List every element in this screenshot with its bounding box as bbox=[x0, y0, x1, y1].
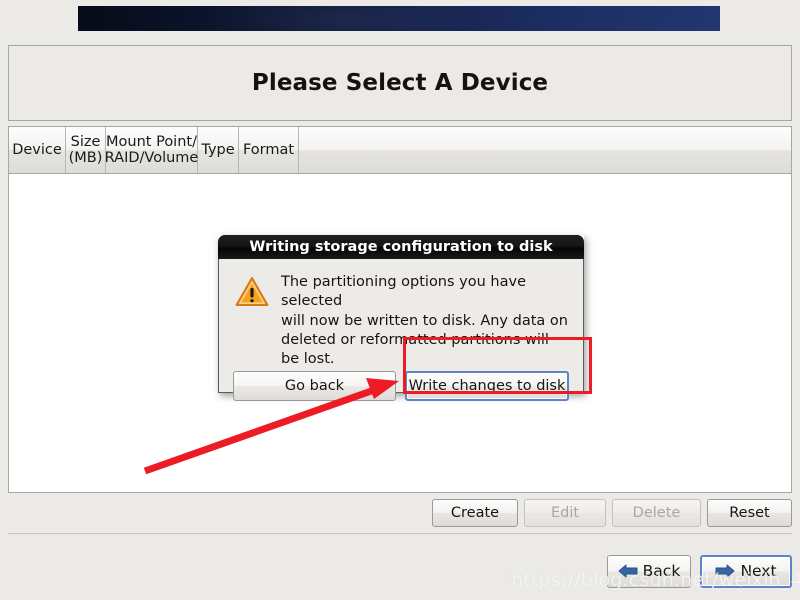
page-title-panel: Please Select A Device bbox=[8, 45, 792, 121]
back-button[interactable]: Back bbox=[607, 554, 691, 588]
arrow-right-icon bbox=[715, 563, 735, 579]
dialog-button-row: Go back Write changes to disk bbox=[219, 371, 583, 401]
installer-window: Please Select A Device Device Size (MB) … bbox=[0, 0, 800, 600]
table-column-format[interactable]: Format bbox=[239, 127, 299, 173]
arrow-left-icon bbox=[618, 563, 638, 579]
create-button[interactable]: Create bbox=[432, 499, 518, 527]
table-column-type[interactable]: Type bbox=[198, 127, 239, 173]
write-changes-dialog: Writing storage configuration to disk Th… bbox=[218, 235, 584, 401]
dialog-body: The partitioning options you have select… bbox=[218, 259, 584, 401]
page-title: Please Select A Device bbox=[251, 70, 549, 96]
dialog-title: Writing storage configuration to disk bbox=[249, 239, 553, 255]
write-changes-to-disk-button[interactable]: Write changes to disk bbox=[405, 371, 569, 401]
go-back-button[interactable]: Go back bbox=[233, 371, 396, 401]
next-button[interactable]: Next bbox=[700, 554, 792, 588]
warning-triangle-icon bbox=[235, 276, 269, 307]
dialog-titlebar: Writing storage configuration to disk bbox=[218, 235, 584, 259]
wizard-navigation-bar: Back Next bbox=[8, 554, 792, 588]
dialog-message-area: The partitioning options you have select… bbox=[219, 259, 583, 369]
back-button-label: Back bbox=[642, 562, 681, 580]
table-column-device[interactable]: Device bbox=[9, 127, 66, 173]
table-column-mount-point[interactable]: Mount Point/ RAID/Volume bbox=[105, 127, 198, 173]
table-column-size[interactable]: Size (MB) bbox=[66, 127, 106, 173]
top-banner bbox=[78, 0, 720, 46]
partition-action-bar: Create Edit Delete Reset bbox=[8, 499, 792, 527]
footer-divider bbox=[8, 533, 792, 534]
delete-button: Delete bbox=[612, 499, 701, 527]
table-header-row: Device Size (MB) Mount Point/ RAID/Volum… bbox=[9, 127, 791, 174]
edit-button: Edit bbox=[524, 499, 606, 527]
dialog-message-text: The partitioning options you have select… bbox=[281, 274, 568, 368]
table-column-filler bbox=[299, 127, 791, 173]
reset-button[interactable]: Reset bbox=[707, 499, 792, 527]
next-button-label: Next bbox=[740, 562, 777, 580]
